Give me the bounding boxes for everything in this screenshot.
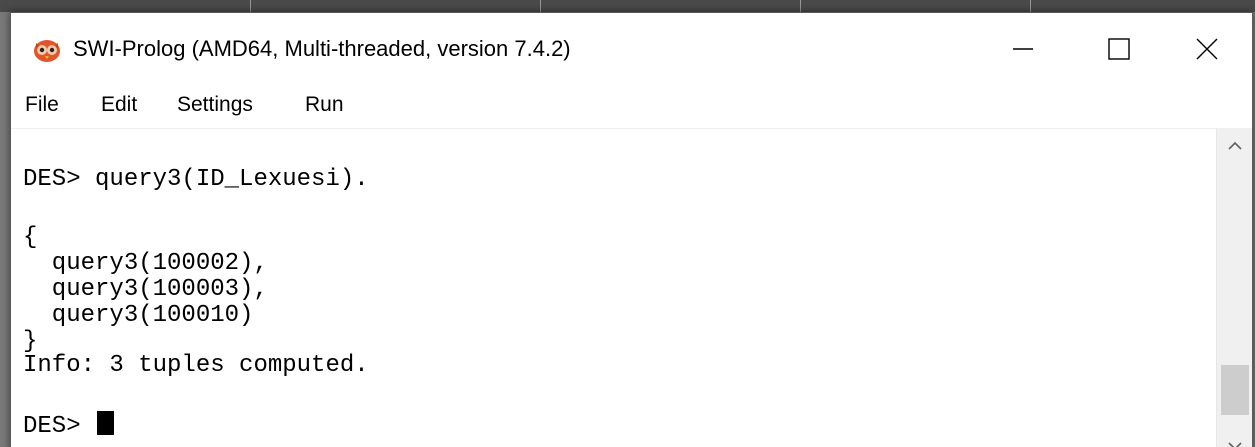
console-line: Info: 3 tuples computed. — [23, 352, 369, 379]
swi-prolog-owl-icon — [34, 40, 60, 62]
maximize-button[interactable] — [1071, 13, 1167, 85]
title-bar[interactable]: SWI-Prolog (AMD64, Multi-threaded, versi… — [11, 13, 1252, 85]
close-icon — [1196, 38, 1218, 60]
swi-prolog-window: SWI-Prolog (AMD64, Multi-threaded, versi… — [10, 12, 1253, 447]
scroll-up-button[interactable] — [1217, 129, 1253, 163]
console-output[interactable]: DES> query3(ID_Lexuesi). { query3(100002… — [11, 129, 1216, 447]
console-line: DES> query3(ID_Lexuesi). — [23, 166, 369, 193]
minimize-icon — [1013, 48, 1033, 50]
menu-settings[interactable]: Settings — [173, 93, 257, 117]
prompt-text: DES> — [23, 413, 96, 440]
background-window-strip — [0, 0, 1255, 12]
console-line: { — [23, 224, 38, 251]
window-title: SWI-Prolog (AMD64, Multi-threaded, versi… — [73, 36, 571, 61]
chevron-down-icon — [1228, 442, 1242, 447]
maximize-icon — [1108, 38, 1130, 60]
prompt-line[interactable]: DES> — [23, 411, 115, 440]
console-line: query3(100003), — [23, 276, 268, 303]
close-button[interactable] — [1159, 13, 1255, 85]
console-line: query3(100010) — [23, 302, 254, 329]
scroll-down-button[interactable] — [1217, 429, 1253, 447]
chevron-up-icon — [1228, 141, 1242, 150]
minimize-button[interactable] — [975, 13, 1071, 85]
scroll-thumb[interactable] — [1221, 365, 1249, 415]
menu-file[interactable]: File — [21, 93, 63, 117]
vertical-scrollbar[interactable] — [1216, 129, 1252, 447]
menu-run[interactable]: Run — [301, 93, 348, 117]
text-cursor — [97, 411, 115, 435]
menu-bar: File Edit Settings Run — [11, 85, 1252, 129]
menu-edit[interactable]: Edit — [97, 93, 141, 117]
console-line: query3(100002), — [23, 250, 268, 277]
